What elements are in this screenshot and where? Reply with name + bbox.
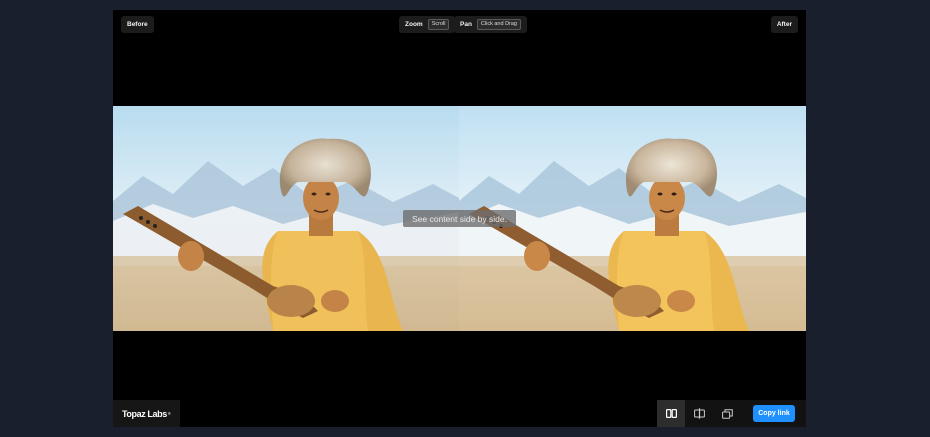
tooltip-text: See content side by side.: [412, 213, 507, 224]
comparison-viewer[interactable]: Before Zoom Scroll Pan Click and Drag Af…: [113, 10, 806, 427]
brand-mark: ®: [167, 411, 171, 416]
view-mode-controls: Copy link: [657, 400, 806, 427]
zoom-hint: Zoom Scroll: [399, 16, 456, 33]
copy-link-button[interactable]: Copy link: [753, 405, 795, 422]
pan-key: Click and Drag: [476, 19, 521, 30]
pan-hint: Pan Click and Drag: [454, 16, 527, 33]
before-label: Before: [121, 16, 154, 33]
slider-mode-button[interactable]: [685, 400, 713, 427]
overlay-mode-button[interactable]: [713, 400, 741, 427]
before-text: Before: [127, 21, 148, 28]
side-by-side-icon: [665, 409, 677, 418]
zoom-text: Zoom: [405, 21, 423, 28]
after-text: After: [776, 21, 792, 28]
brand-name: Topaz Labs: [122, 408, 167, 419]
zoom-key: Scroll: [427, 19, 450, 30]
after-label: After: [770, 16, 798, 33]
slider-compare-icon: [693, 408, 705, 419]
brand-logo[interactable]: Topaz Labs ®: [113, 400, 180, 427]
copy-link-label: Copy link: [758, 410, 790, 417]
bottom-bar: Topaz Labs ® Copy link: [113, 400, 806, 427]
pan-text: Pan: [460, 21, 472, 28]
overlay-compare-icon: [721, 408, 733, 419]
side-by-side-mode-button[interactable]: [657, 400, 685, 427]
side-by-side-tooltip: See content side by side.: [403, 210, 516, 227]
